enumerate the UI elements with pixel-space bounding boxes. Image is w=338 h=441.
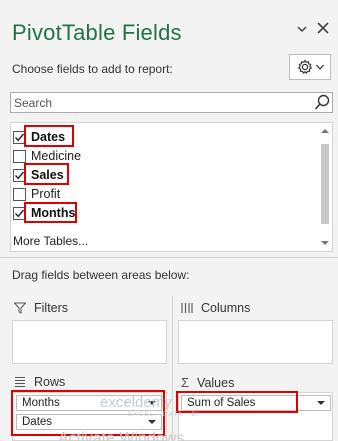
values-label: Values [197,375,235,390]
pane-options-chevron-icon[interactable] [291,18,313,40]
filters-label: Filters [34,301,69,315]
search-box[interactable] [10,92,333,113]
filters-drop-area[interactable] [12,320,167,364]
highlight-box-months [24,202,77,223]
dropdown-arrow-icon[interactable] [317,401,325,405]
choose-fields-label: Choose fields to add to report: [12,62,173,76]
search-icon[interactable] [314,94,330,114]
gear-icon [297,59,312,75]
field-list: Dates Medicine Sales Profit Months More … [10,122,333,252]
field-label-medicine: Medicine [31,149,82,163]
rows-label: Rows [34,375,66,389]
checkbox-medicine[interactable] [13,149,26,163]
highlight-box-values [176,391,298,413]
scroll-up-icon[interactable] [321,127,329,135]
divider [0,257,338,258]
field-list-scrollbar[interactable] [319,124,331,250]
pane-title: PivotTable Fields [12,20,182,45]
columns-label: Columns [201,301,251,315]
checkbox-profit[interactable] [13,187,26,201]
columns-drop-area[interactable] [178,320,333,364]
filter-icon [14,302,26,314]
highlight-box-dates [24,125,74,147]
pivot-table-fields-pane: PivotTable Fields Choose fields to add t… [0,0,338,441]
highlight-box-sales [24,163,69,185]
field-item-profit[interactable]: Profit [13,185,60,203]
columns-icon [181,303,193,313]
close-icon[interactable] [312,18,334,40]
gear-chevron-icon [315,64,324,70]
rows-area-header: Rows [14,375,65,389]
scroll-thumb[interactable] [321,144,329,224]
search-input[interactable] [11,93,301,112]
scroll-down-icon[interactable] [321,239,329,247]
highlight-box-rows [11,390,165,436]
field-label-profit: Profit [31,187,61,201]
tools-button[interactable] [289,54,331,80]
more-tables-link[interactable]: More Tables... [13,234,88,248]
drag-fields-label: Drag fields between areas below: [12,268,190,282]
sigma-icon: Σ [181,375,190,390]
filters-area-header: Filters [14,301,68,315]
columns-area-header: Columns [181,301,250,315]
rows-icon [15,376,25,388]
area-divider [172,296,173,441]
values-area-header: Σ Values [181,375,234,390]
